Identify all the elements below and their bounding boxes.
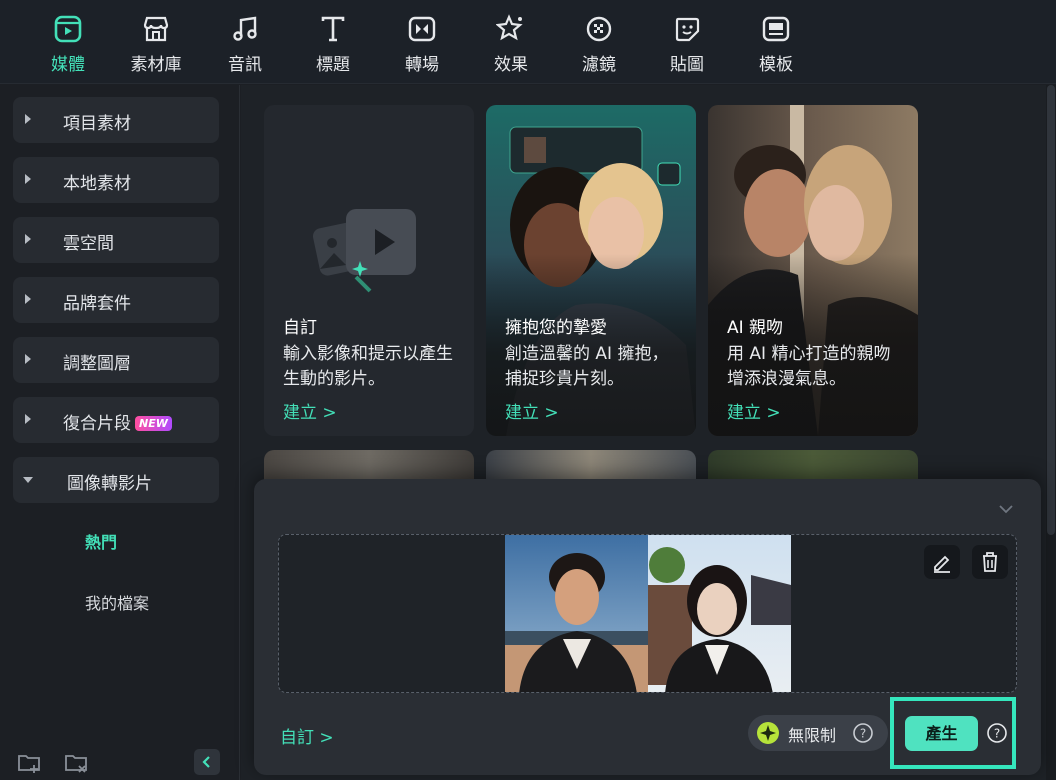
- sidebar-item-local-media[interactable]: 本地素材: [13, 157, 219, 203]
- custom-link[interactable]: 自訂 >: [280, 723, 334, 748]
- tab-label: 媒體: [51, 55, 85, 75]
- template-card-kiss[interactable]: AI 親吻 用 AI 精心打造的親吻增添浪漫氣息。 建立 >: [708, 105, 918, 436]
- card-create-link[interactable]: 建立 >: [283, 398, 337, 423]
- tab-label: 素材庫: [130, 55, 182, 75]
- sidebar-item-brand-kit[interactable]: 品牌套件: [13, 277, 219, 323]
- tab-label: 濾鏡: [582, 55, 616, 75]
- sidebar-item-text: 復合片段: [63, 414, 131, 434]
- tab-media[interactable]: 媒體: [32, 14, 104, 76]
- tab-filters[interactable]: 濾鏡: [563, 14, 635, 76]
- trash-icon: [983, 552, 997, 572]
- card-create-link[interactable]: 建立 >: [727, 398, 781, 423]
- tab-audio[interactable]: 音訊: [209, 14, 281, 76]
- chevron-right-icon: [25, 234, 31, 244]
- uploaded-photo: [505, 535, 791, 692]
- pencil-icon: [934, 555, 950, 573]
- tab-templates[interactable]: 模板: [740, 14, 812, 76]
- tab-label: 效果: [494, 55, 528, 75]
- sidebar-item-label: 調整圖層: [63, 354, 131, 374]
- remove-folder-icon: [65, 755, 87, 773]
- sidebar-item-label: 本地素材: [63, 174, 131, 194]
- help-symbol: ?: [994, 727, 1000, 741]
- sidebar-item-label: 圖像轉影片: [67, 474, 152, 494]
- tab-label: 模板: [759, 55, 793, 75]
- sidebar-item-cloud[interactable]: 雲空間: [13, 217, 219, 263]
- sidebar-item-adjustment-layer[interactable]: 調整圖層: [13, 337, 219, 383]
- chevron-left-icon: [202, 756, 210, 768]
- card-title: AI 親吻: [727, 318, 784, 338]
- generate-button[interactable]: 產生: [905, 716, 978, 751]
- template-card-hug[interactable]: 擁抱您的摯愛 創造溫馨的 AI 擁抱，捕捉珍貴片刻。 建立 >: [486, 105, 696, 436]
- filter-icon: [586, 16, 612, 42]
- delete-folder-button[interactable]: [64, 752, 90, 774]
- tab-titles[interactable]: 標題: [297, 14, 369, 76]
- text-t-icon: [321, 16, 345, 42]
- chevron-right-icon: [25, 414, 31, 424]
- card-title: 擁抱您的摯愛: [505, 318, 607, 338]
- card-description: 創造溫馨的 AI 擁抱，捕捉珍貴片刻。: [505, 344, 669, 389]
- new-folder-button[interactable]: [17, 752, 43, 774]
- collapse-sidebar-button[interactable]: [194, 749, 220, 775]
- top-toolbar: 媒體 素材庫 音訊 標題 轉場 效果 濾鏡 貼圖 模板: [0, 0, 1056, 84]
- sparkle-badge-icon: [757, 722, 779, 744]
- sticker-icon: [675, 17, 700, 42]
- help-circle-icon[interactable]: ?: [852, 722, 874, 744]
- card-description: 輸入影像和提示以產生生動的影片。: [283, 344, 453, 389]
- new-badge: NEW: [135, 416, 172, 431]
- image-to-video-icon: [312, 209, 416, 293]
- sidebar-item-label: 品牌套件: [63, 294, 131, 314]
- chevron-down-icon[interactable]: [998, 504, 1014, 514]
- unlimited-credits-pill[interactable]: 無限制 ?: [748, 715, 888, 751]
- help-circle-icon[interactable]: ?: [986, 722, 1008, 744]
- transition-icon: [408, 16, 436, 42]
- image-upload-area[interactable]: [278, 534, 1017, 693]
- media-icon: [54, 15, 82, 43]
- help-symbol: ?: [860, 727, 866, 741]
- chevron-right-icon: [25, 174, 31, 184]
- card-create-link[interactable]: 建立 >: [505, 398, 559, 423]
- sidebar-item-image-to-video[interactable]: 圖像轉影片: [13, 457, 219, 503]
- add-folder-icon: [18, 755, 40, 773]
- sidebar: 項目素材 本地素材 雲空間 品牌套件 調整圖層 復合片段 NEW 圖像轉影片 熱門…: [0, 85, 240, 780]
- sidebar-item-label: 項目素材: [63, 114, 131, 134]
- edit-image-button[interactable]: [924, 545, 960, 579]
- sidebar-item-compound-clip[interactable]: 復合片段 NEW: [13, 397, 219, 443]
- template-icon: [762, 16, 790, 42]
- sidebar-subitem-my-files[interactable]: 我的檔案: [85, 590, 149, 614]
- sidebar-subitem-popular[interactable]: 熱門: [85, 529, 117, 553]
- delete-image-button[interactable]: [972, 545, 1008, 579]
- chevron-down-icon: [23, 477, 33, 483]
- card-description: 用 AI 精心打造的親吻增添浪漫氣息。: [727, 344, 891, 389]
- chevron-right-icon: [25, 114, 31, 124]
- unlimited-label: 無限制: [788, 726, 837, 745]
- music-note-icon: [233, 16, 257, 41]
- tab-transitions[interactable]: 轉場: [386, 14, 458, 76]
- tab-store[interactable]: 素材庫: [120, 14, 192, 76]
- tab-label: 音訊: [228, 55, 262, 75]
- template-card-custom[interactable]: 自訂 輸入影像和提示以產生生動的影片。 建立 >: [264, 105, 474, 436]
- tab-label: 轉場: [405, 55, 439, 75]
- gallery-scrollbar[interactable]: [1046, 85, 1056, 780]
- effects-star-icon: [496, 14, 523, 41]
- card-title: 自訂: [283, 318, 317, 338]
- tab-effects[interactable]: 效果: [475, 14, 547, 76]
- store-icon: [143, 16, 169, 42]
- chevron-right-icon: [25, 354, 31, 364]
- sidebar-item-label: 雲空間: [63, 234, 114, 254]
- tab-label: 貼圖: [670, 55, 704, 75]
- image-to-video-panel: 自訂 > 無限制 ? 產生 ?: [254, 479, 1041, 775]
- tab-label: 標題: [316, 55, 350, 75]
- scrollbar-thumb[interactable]: [1047, 85, 1055, 535]
- sidebar-item-project-media[interactable]: 項目素材: [13, 97, 219, 143]
- chevron-right-icon: [25, 294, 31, 304]
- sidebar-item-label: 復合片段 NEW: [63, 409, 172, 434]
- tab-stickers[interactable]: 貼圖: [651, 14, 723, 76]
